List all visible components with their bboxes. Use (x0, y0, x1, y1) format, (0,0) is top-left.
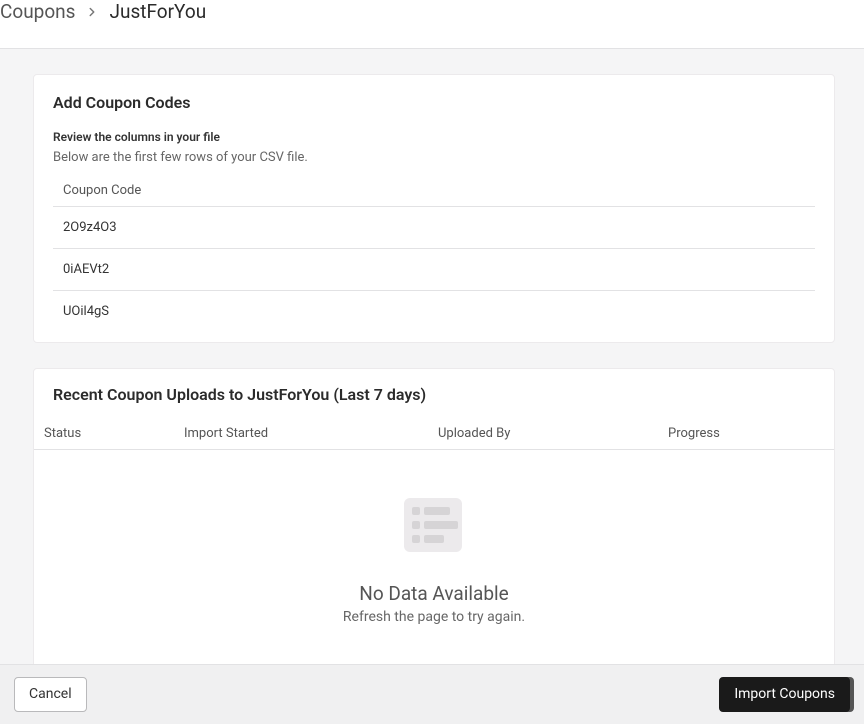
import-coupons-button[interactable]: Import Coupons (719, 677, 850, 712)
page-header: Coupons JustForYou (0, 0, 864, 49)
empty-state-title: No Data Available (34, 582, 834, 605)
table-row: UOil4gS (53, 291, 815, 333)
empty-state: No Data Available Refresh the page to tr… (34, 450, 834, 655)
import-started-column-header: Import Started (184, 426, 438, 441)
coupon-preview-table: Coupon Code 2O9z4O3 0iAEVt2 UOil4gS (53, 175, 815, 332)
coupon-code-cell: 0iAEVt2 (53, 249, 815, 291)
cancel-button[interactable]: Cancel (14, 677, 87, 712)
footer-action-bar: Cancel Import Coupons (0, 664, 864, 724)
status-column-header: Status (44, 426, 184, 441)
chevron-right-icon (85, 5, 99, 19)
table-row: 0iAEVt2 (53, 249, 815, 291)
coupon-code-cell: 2O9z4O3 (53, 207, 815, 249)
breadcrumb: Coupons JustForYou (0, 0, 864, 23)
recent-uploads-card: Recent Coupon Uploads to JustForYou (Las… (33, 368, 835, 670)
coupon-code-column-header: Coupon Code (53, 175, 815, 207)
review-columns-description: Below are the first few rows of your CSV… (53, 150, 815, 165)
recent-uploads-title: Recent Coupon Uploads to JustForYou (Las… (34, 385, 834, 404)
empty-state-subtitle: Refresh the page to try again. (34, 609, 834, 625)
uploaded-by-column-header: Uploaded By (438, 426, 668, 441)
main-content: Add Coupon Codes Review the columns in y… (0, 49, 864, 670)
coupon-code-cell: UOil4gS (53, 291, 815, 333)
add-coupon-title: Add Coupon Codes (53, 93, 815, 112)
breadcrumb-current: JustForYou (109, 0, 206, 23)
uploads-table-header: Status Import Started Uploaded By Progre… (34, 426, 834, 450)
review-columns-heading: Review the columns in your file (53, 130, 815, 144)
table-row: 2O9z4O3 (53, 207, 815, 249)
breadcrumb-parent[interactable]: Coupons (0, 0, 75, 23)
add-coupon-codes-card: Add Coupon Codes Review the columns in y… (33, 74, 835, 343)
empty-list-icon (394, 490, 474, 564)
progress-column-header: Progress (668, 426, 824, 441)
